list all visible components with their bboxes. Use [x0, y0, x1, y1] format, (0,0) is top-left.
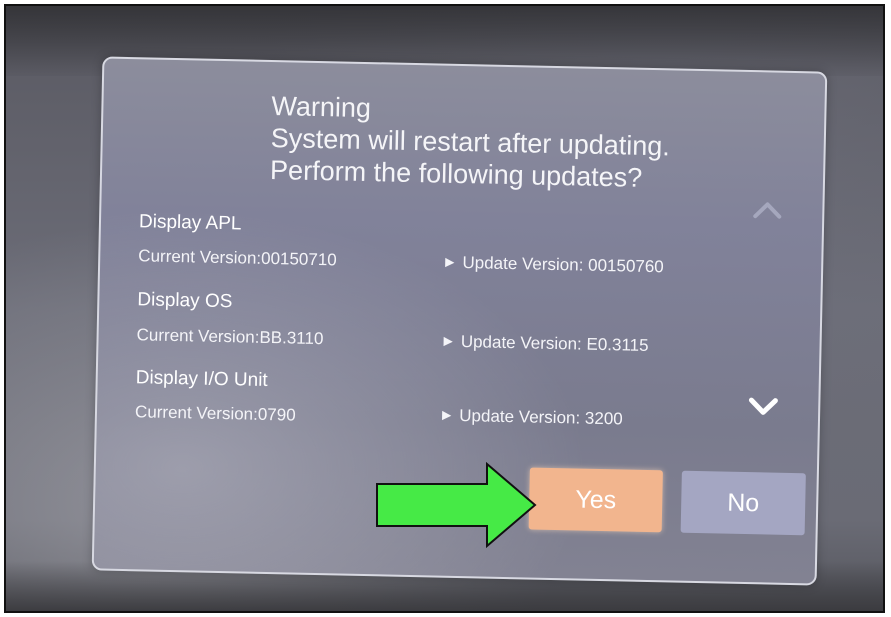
photo-frame: Warning System will restart after updati…	[4, 4, 885, 613]
update-version-text: Update Version: 3200	[459, 406, 623, 429]
play-triangle-icon: ▶	[441, 407, 452, 422]
dialog-heading: Warning System will restart after updati…	[270, 90, 671, 194]
update-version-display-apl: ▶ Update Version: 00150760	[445, 253, 664, 278]
current-version-display-io-unit: Current Version:0790	[134, 402, 296, 425]
green-arrow-icon	[376, 462, 537, 548]
current-version-display-os: Current Version:BB.3110	[136, 325, 324, 349]
chevron-up-icon[interactable]	[751, 198, 783, 223]
entry-title-display-io-unit: Display I/O Unit	[135, 367, 268, 391]
update-version-text: Update Version: E0.3115	[460, 332, 649, 355]
no-button[interactable]: No	[680, 470, 806, 536]
play-triangle-icon: ▶	[445, 254, 455, 269]
update-version-display-io-unit: ▶ Update Version: 3200	[442, 406, 623, 430]
yes-button[interactable]: Yes	[528, 467, 663, 533]
entry-title-display-os: Display OS	[137, 289, 233, 313]
current-version-display-apl: Current Version:00150710	[138, 246, 337, 270]
chevron-down-icon[interactable]	[747, 394, 779, 419]
update-version-text: Update Version: 00150760	[462, 253, 664, 277]
play-triangle-icon: ▶	[443, 333, 453, 348]
update-version-display-os: ▶ Update Version: E0.3115	[443, 332, 648, 356]
entry-title-display-apl: Display APL	[138, 211, 242, 235]
